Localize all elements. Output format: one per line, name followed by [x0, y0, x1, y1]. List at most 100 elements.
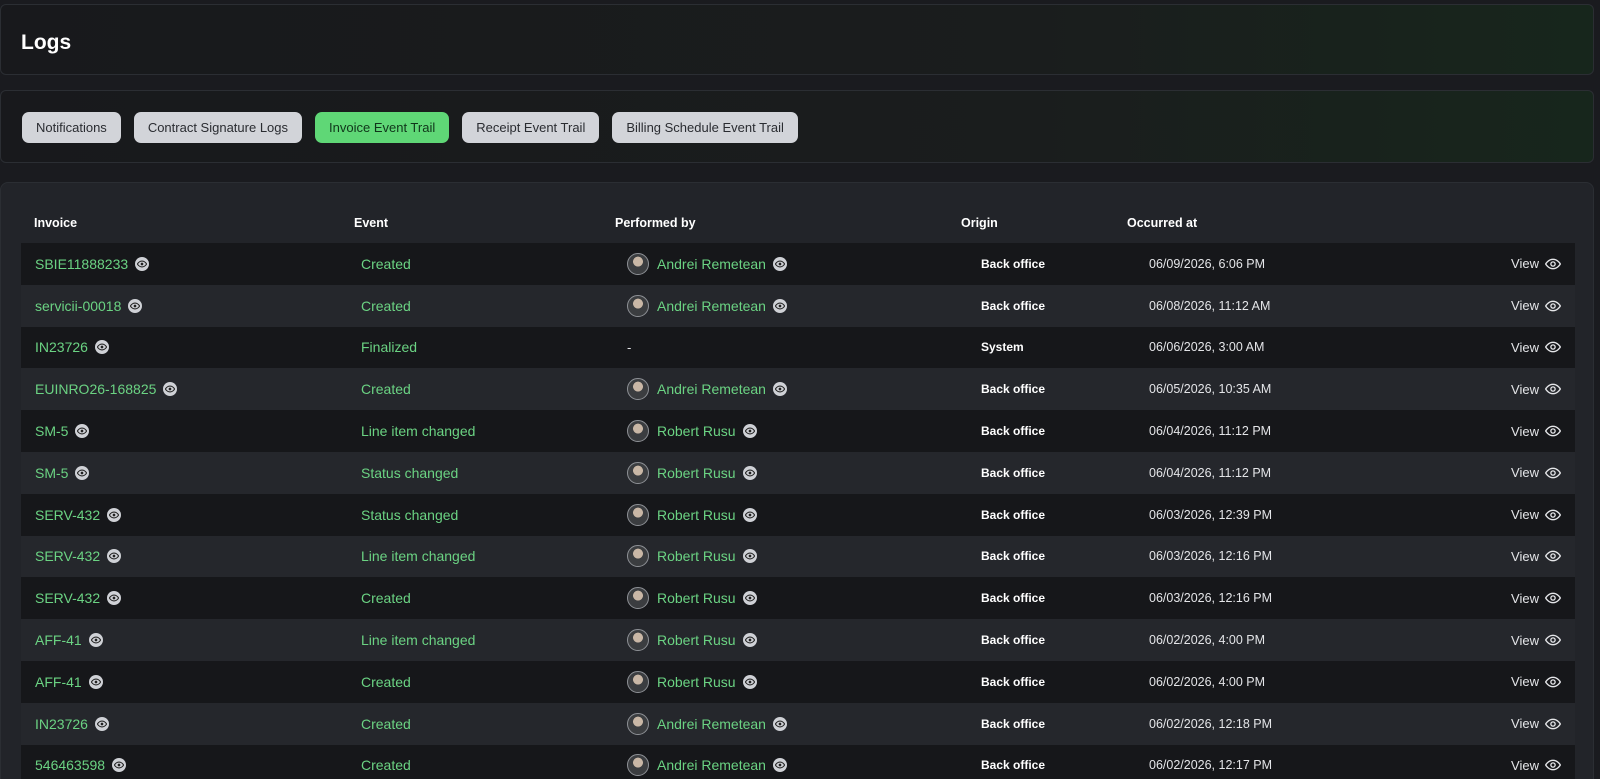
eye-icon[interactable] — [742, 549, 757, 564]
performer-link[interactable]: Andrei Remetean — [657, 757, 766, 773]
performer-link[interactable]: Robert Rusu — [657, 465, 736, 481]
eye-icon — [1545, 509, 1561, 521]
view-label: View — [1511, 423, 1539, 439]
event-label: Created — [361, 757, 411, 774]
origin-cell: Back office — [981, 410, 1045, 452]
invoice-link[interactable]: AFF-41 — [35, 674, 82, 690]
view-label: View — [1511, 632, 1539, 648]
origin-cell: Back office — [981, 661, 1045, 703]
performer-link[interactable]: Andrei Remetean — [657, 381, 766, 397]
occurred-at-cell: 06/03/2026, 12:16 PM — [1149, 577, 1272, 619]
invoice-link[interactable]: IN23726 — [35, 716, 88, 732]
invoice-link[interactable]: SERV-432 — [35, 507, 100, 523]
eye-icon[interactable] — [107, 591, 122, 606]
eye-icon[interactable] — [772, 716, 787, 731]
eye-icon[interactable] — [742, 465, 757, 480]
occurred-at-cell: 06/06/2026, 3:00 AM — [1149, 327, 1264, 369]
performer-link[interactable]: Robert Rusu — [657, 548, 736, 564]
view-button[interactable]: View — [1511, 256, 1561, 272]
avatar — [627, 378, 649, 401]
eye-icon[interactable] — [107, 507, 122, 522]
invoice-link[interactable]: SBIE11888233 — [35, 256, 128, 272]
origin-label: Back office — [981, 382, 1046, 397]
column-header-event: Event — [354, 216, 389, 230]
invoice-link[interactable]: SM-5 — [35, 465, 68, 481]
view-button[interactable]: View — [1511, 339, 1561, 355]
table-row: SERV-432 Created Robert Rusu Back office… — [21, 577, 1575, 620]
eye-icon[interactable] — [135, 256, 150, 271]
view-button[interactable]: View — [1511, 465, 1561, 481]
performer-link[interactable]: Robert Rusu — [657, 507, 736, 523]
eye-icon[interactable] — [742, 674, 757, 689]
tab-invoice-event-trail[interactable]: Invoice Event Trail — [315, 112, 450, 143]
performer-link[interactable]: Robert Rusu — [657, 674, 736, 690]
performer-link[interactable]: Robert Rusu — [657, 590, 736, 606]
occurred-at-label: 06/04/2026, 11:12 PM — [1149, 465, 1272, 480]
eye-icon[interactable] — [742, 633, 757, 648]
invoice-link[interactable]: SERV-432 — [35, 590, 100, 606]
invoice-link[interactable]: 546463598 — [35, 757, 105, 773]
tab-notifications[interactable]: Notifications — [22, 112, 121, 143]
performer-link[interactable]: Andrei Remetean — [657, 716, 766, 732]
invoice-link[interactable]: SERV-432 — [35, 548, 100, 564]
view-button[interactable]: View — [1511, 298, 1561, 314]
event-label: Line item changed — [361, 632, 476, 649]
invoice-link[interactable]: servicii-00018 — [35, 298, 121, 314]
performer-empty: - — [627, 339, 632, 355]
performer-cell: Robert Rusu — [627, 619, 757, 661]
eye-icon[interactable] — [163, 382, 178, 397]
event-cell: Created — [361, 661, 411, 703]
eye-icon[interactable] — [88, 674, 103, 689]
invoice-link[interactable]: SM-5 — [35, 423, 68, 439]
eye-icon[interactable] — [772, 758, 787, 773]
performer-link[interactable]: Robert Rusu — [657, 423, 736, 439]
table-row: SERV-432 Line item changed Robert Rusu B… — [21, 535, 1575, 578]
occurred-at-label: 06/02/2026, 4:00 PM — [1149, 633, 1266, 648]
eye-icon[interactable] — [107, 549, 122, 564]
eye-icon[interactable] — [112, 758, 127, 773]
eye-icon[interactable] — [772, 298, 787, 313]
view-button[interactable]: View — [1511, 757, 1561, 773]
occurred-at-label: 06/05/2026, 10:35 AM — [1149, 382, 1272, 397]
origin-label: Back office — [981, 507, 1046, 522]
eye-icon[interactable] — [88, 633, 103, 648]
origin-label: Back office — [981, 716, 1046, 731]
performer-link[interactable]: Andrei Remetean — [657, 298, 766, 314]
eye-icon[interactable] — [772, 382, 787, 397]
eye-icon[interactable] — [94, 340, 109, 355]
eye-icon[interactable] — [128, 298, 143, 313]
view-button[interactable]: View — [1511, 590, 1561, 606]
occurred-at-label: 06/03/2026, 12:16 PM — [1149, 591, 1273, 606]
invoice-link[interactable]: EUINRO26-168825 — [35, 381, 156, 397]
view-button[interactable]: View — [1511, 674, 1561, 690]
view-button[interactable]: View — [1511, 716, 1561, 732]
eye-icon[interactable] — [772, 256, 787, 271]
eye-icon[interactable] — [75, 465, 90, 480]
eye-icon[interactable] — [742, 591, 757, 606]
tab-receipt-event-trail[interactable]: Receipt Event Trail — [462, 112, 600, 143]
origin-cell: Back office — [981, 577, 1045, 619]
performer-link[interactable]: Andrei Remetean — [657, 256, 766, 272]
view-button[interactable]: View — [1511, 423, 1561, 439]
performer-link[interactable]: Robert Rusu — [657, 632, 736, 648]
tab-contract-signature-logs[interactable]: Contract Signature Logs — [133, 112, 303, 143]
eye-icon[interactable] — [742, 507, 757, 522]
view-button[interactable]: View — [1511, 381, 1561, 397]
event-label: Finalized — [361, 339, 418, 356]
view-cell: View — [1511, 577, 1561, 619]
view-button[interactable]: View — [1511, 507, 1561, 523]
tab-billing-schedule-event-trail[interactable]: Billing Schedule Event Trail — [612, 112, 798, 143]
view-button[interactable]: View — [1511, 632, 1561, 648]
eye-icon[interactable] — [75, 424, 90, 439]
eye-icon[interactable] — [742, 424, 757, 439]
eye-icon[interactable] — [94, 716, 109, 731]
view-label: View — [1511, 298, 1539, 314]
avatar — [627, 587, 649, 610]
invoice-link[interactable]: IN23726 — [35, 339, 88, 355]
table-row: SM-5 Status changed Robert Rusu Back off… — [21, 451, 1575, 494]
avatar — [627, 252, 649, 275]
view-button[interactable]: View — [1511, 548, 1561, 564]
invoice-link[interactable]: AFF-41 — [35, 632, 82, 648]
avatar — [627, 545, 649, 568]
origin-cell: Back office — [981, 703, 1045, 745]
